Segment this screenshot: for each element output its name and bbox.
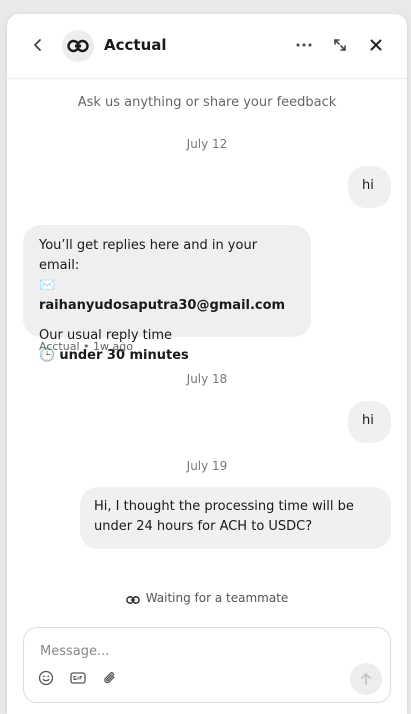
emoji-icon xyxy=(38,670,54,686)
gif-icon xyxy=(70,672,86,684)
email-address: raihanyudosaputra30@gmail.com xyxy=(39,298,286,313)
message-meta: Acctual • 1w ago xyxy=(39,340,133,353)
link-icon xyxy=(125,596,140,604)
expand-button[interactable] xyxy=(328,33,352,57)
more-options-button[interactable] xyxy=(292,33,316,57)
date-divider: July 19 xyxy=(186,459,228,473)
app-title: Acctual xyxy=(104,36,167,54)
user-message: hi xyxy=(348,166,391,208)
send-icon xyxy=(361,673,371,685)
gif-button[interactable] xyxy=(69,669,87,687)
intro-text: Ask us anything or share your feedback xyxy=(77,95,337,110)
chat-panel: Acctual Ask us anything or share your fe… xyxy=(7,14,407,714)
message-composer xyxy=(23,627,391,703)
attachment-button[interactable] xyxy=(101,669,119,687)
date-divider: July 18 xyxy=(186,372,228,386)
user-message: Hi, I thought the processing time will b… xyxy=(80,487,391,549)
date-divider: July 12 xyxy=(186,137,228,151)
avatar xyxy=(62,30,94,62)
chevron-left-icon xyxy=(34,39,41,51)
attachment-icon xyxy=(104,672,115,684)
bot-reply-info: You’ll get replies here and in your emai… xyxy=(39,238,258,273)
email-icon: ✉️ xyxy=(39,278,56,293)
close-button[interactable] xyxy=(364,33,388,57)
waiting-text: Waiting for a teammate xyxy=(145,591,289,605)
send-button[interactable] xyxy=(350,663,382,695)
more-horizontal-icon xyxy=(296,43,312,47)
link-icon xyxy=(67,39,89,53)
chat-header: Acctual xyxy=(7,14,407,79)
user-message: hi xyxy=(348,401,391,443)
back-button[interactable] xyxy=(26,33,50,57)
message-input[interactable] xyxy=(38,640,362,662)
close-icon xyxy=(370,39,382,51)
emoji-button[interactable] xyxy=(37,669,55,687)
waiting-status: Waiting for a teammate xyxy=(7,591,407,605)
expand-icon xyxy=(334,39,346,51)
bot-message: You’ll get replies here and in your emai… xyxy=(23,225,311,363)
